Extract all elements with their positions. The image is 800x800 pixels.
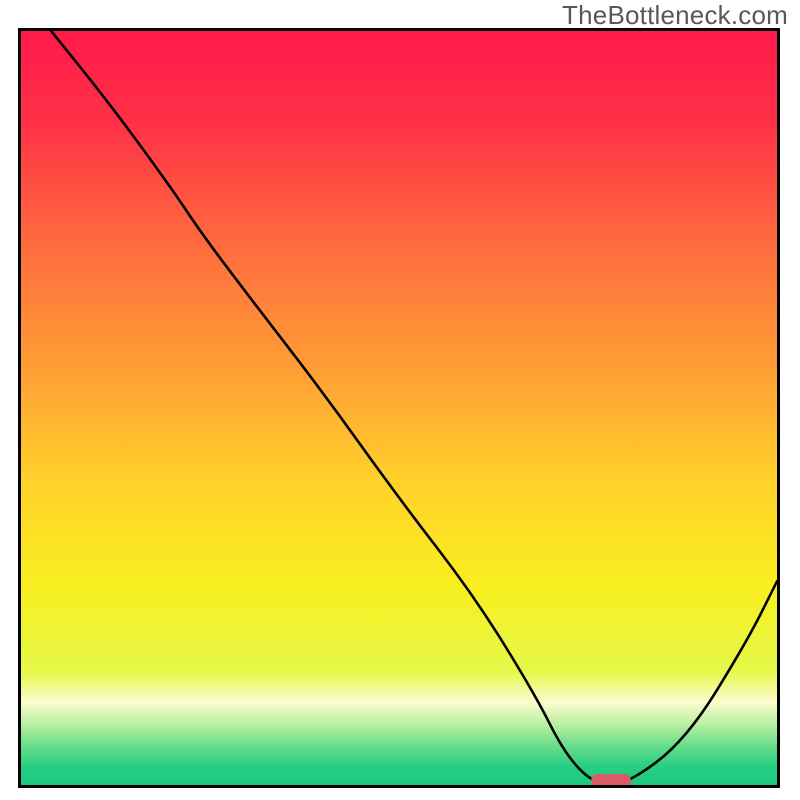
plot-area — [18, 28, 780, 788]
watermark-text: TheBottleneck.com — [562, 0, 788, 31]
chart-container: TheBottleneck.com — [0, 0, 800, 800]
optimal-point-marker — [591, 774, 631, 788]
background-gradient — [21, 31, 777, 785]
